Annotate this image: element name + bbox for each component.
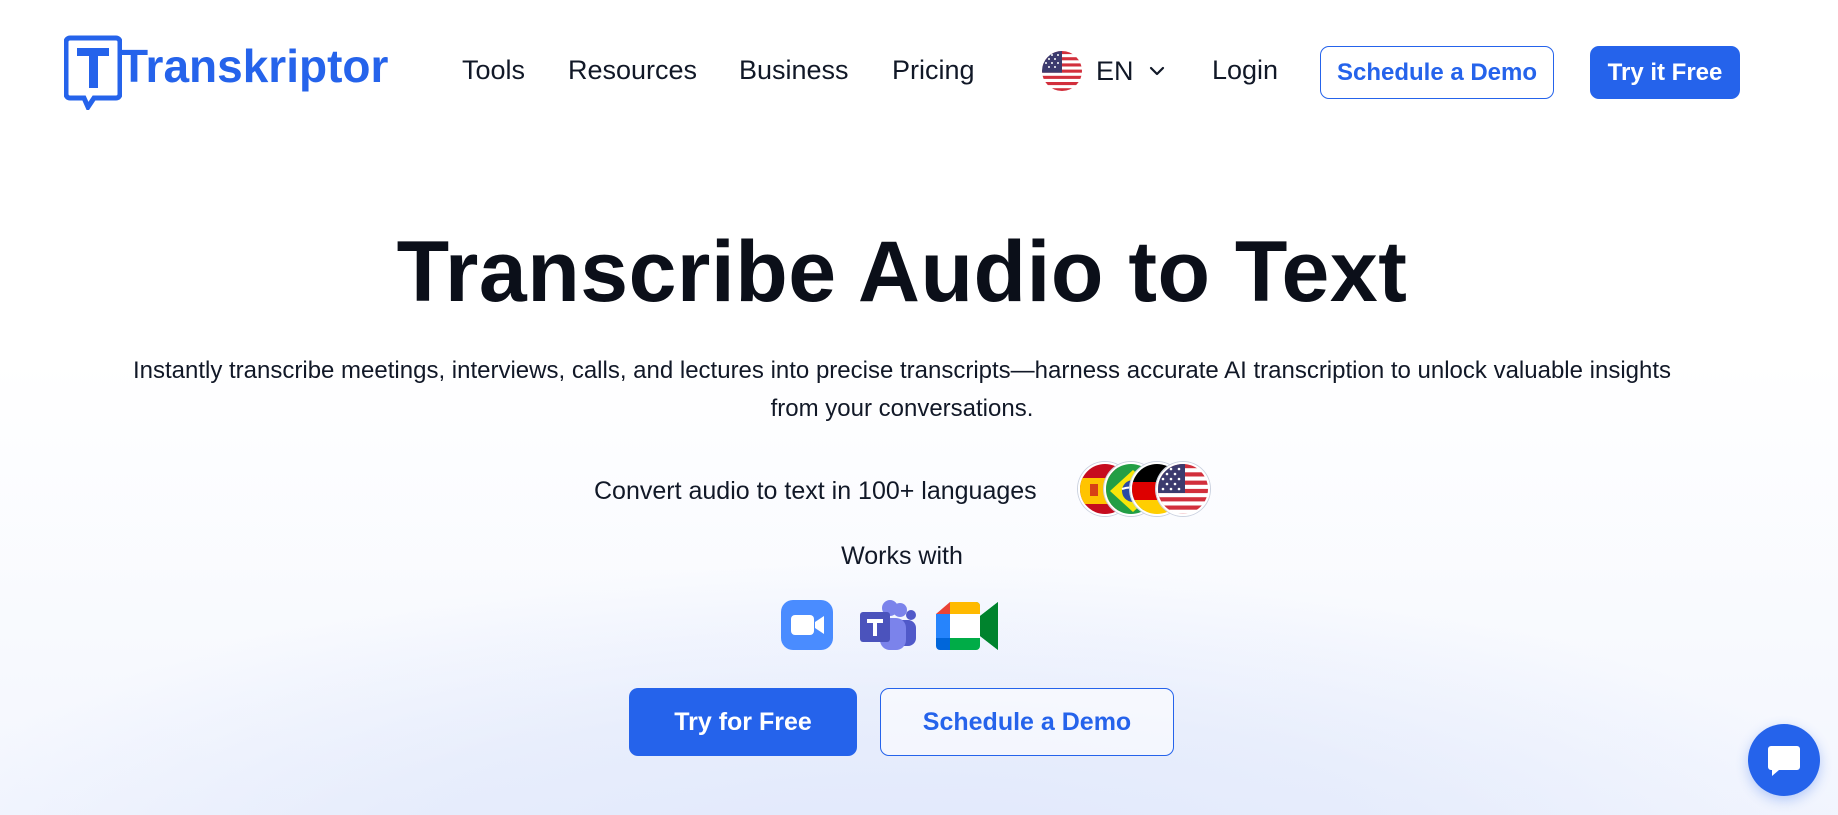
hero-subtitle: Instantly transcribe meetings, interview… [70, 352, 1734, 428]
language-flags [1078, 460, 1213, 516]
logo-wordmark: Transkriptor [120, 40, 389, 92]
languages-row: Convert audio to text in 100+ languages [0, 460, 1838, 522]
schedule-demo-button[interactable]: Schedule a Demo [1320, 46, 1554, 99]
languages-text: Convert audio to text in 100+ languages [594, 477, 1037, 505]
chat-bubble-icon [1768, 746, 1800, 776]
chevron-down-icon [1149, 66, 1164, 76]
login-link[interactable]: Login [1212, 52, 1278, 88]
language-selector[interactable]: EN [1042, 51, 1166, 91]
us-flag-icon [1042, 51, 1082, 91]
hero-title: Transcribe Audio to Text [396, 224, 1408, 320]
transkriptor-logo[interactable]: Transkriptor [63, 34, 389, 113]
microsoft-teams-icon [858, 598, 916, 654]
nav-link-tools[interactable]: Tools [462, 52, 525, 88]
top-navigation: Transkriptor Tools Resources Business Pr… [0, 0, 1838, 145]
us-flag-icon [1156, 462, 1210, 516]
google-meet-icon [936, 598, 998, 654]
language-code: EN [1096, 56, 1134, 86]
try-it-free-button[interactable]: Try it Free [1590, 46, 1740, 99]
hero-schedule-demo-button[interactable]: Schedule a Demo [880, 688, 1174, 756]
works-with-label: Works with [841, 542, 963, 570]
nav-link-pricing[interactable]: Pricing [892, 52, 975, 88]
hero-subtitle-line-2: from your conversations. [770, 395, 1034, 422]
logo-speech-bubble-icon [63, 34, 123, 113]
hero-subtitle-line-1: Instantly transcribe meetings, interview… [132, 357, 1672, 384]
integrations-row [780, 598, 1000, 654]
chat-widget-button[interactable] [1748, 724, 1820, 796]
try-for-free-button[interactable]: Try for Free [629, 688, 857, 756]
nav-link-resources[interactable]: Resources [568, 52, 697, 88]
zoom-icon [780, 598, 836, 654]
nav-link-business[interactable]: Business [739, 52, 849, 88]
